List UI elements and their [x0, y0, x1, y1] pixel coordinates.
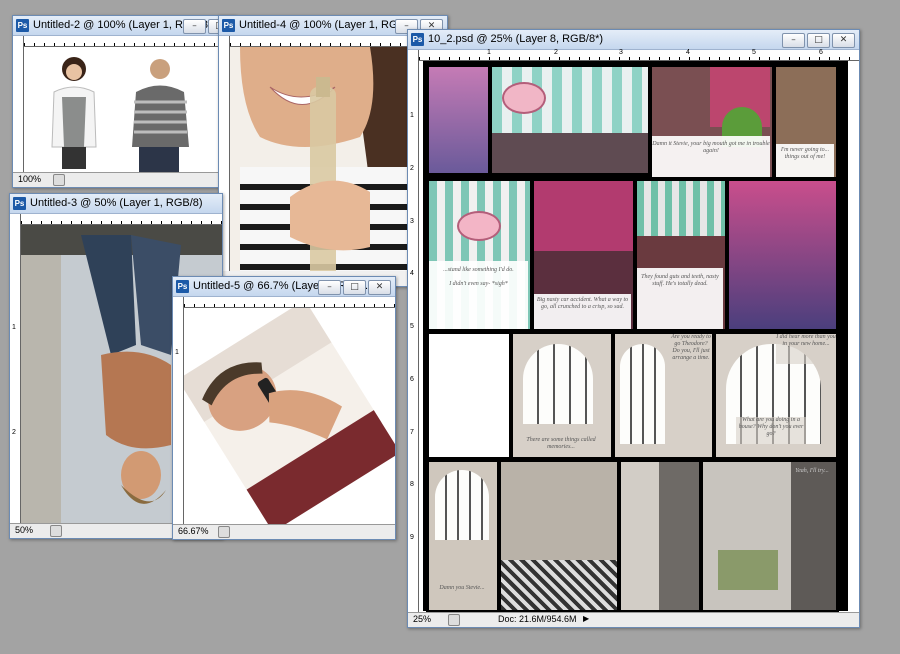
left-ruler: 1 2 3 4 5 6 7 8 9 — [408, 50, 419, 612]
comic-panel: There are some things called memories... — [510, 331, 614, 460]
title-bar[interactable]: Ps Untitled-3 @ 50% (Layer 1, RGB/8) — [10, 194, 222, 214]
ruler-mark: 6 — [410, 376, 414, 383]
speech-caption: ...stand like something I'd do. I didn't … — [429, 261, 528, 329]
speech-caption: Big nasty car accident. What a way to go… — [534, 294, 631, 329]
ruler-mark: 9 — [410, 534, 414, 541]
minimize-button[interactable]: – — [318, 280, 341, 295]
maximize-button[interactable]: □ — [343, 280, 366, 295]
zoom-level[interactable]: 100% — [18, 174, 41, 184]
man-on-phone-photo — [184, 308, 395, 524]
zoom-level[interactable]: 25% — [413, 614, 431, 624]
comic-panel: Big nasty car accident. What a way to go… — [531, 178, 636, 332]
ruler-mark: 2 — [12, 429, 16, 436]
speech-caption: I'm never going to... things out of me! — [776, 144, 834, 177]
caption-text: Are you ready to go Theodore? — [671, 334, 711, 347]
maximize-button[interactable]: □ — [807, 33, 830, 48]
window-title: Untitled-4 @ 100% (Layer 1, RGB/8) — [239, 19, 418, 31]
caption-text: ...stand like something I'd do. — [443, 267, 514, 273]
ruler-mark: 8 — [410, 481, 414, 488]
window-untitled-2[interactable]: Ps Untitled-2 @ 100% (Layer 1, RGB/8) –□… — [12, 15, 236, 188]
window-title: 10_2.psd @ 25% (Layer 8, RGB/8*) — [428, 33, 604, 45]
comic-panel — [726, 178, 839, 332]
photoshop-icon: Ps — [222, 19, 235, 32]
photoshop-icon: Ps — [16, 19, 29, 32]
navigator-icon[interactable] — [448, 614, 460, 626]
two-people-photo — [24, 47, 235, 172]
comic-panel: Damn you Stevie... — [426, 459, 500, 612]
status-menu-arrow-icon[interactable]: ▶ — [583, 614, 589, 623]
comic-panel: Are you ready to go Theodore? Do you, I'l… — [612, 331, 715, 460]
ruler-mark: 5 — [752, 49, 756, 56]
top-ruler — [21, 214, 222, 225]
speech-caption: Damn it Stevie, your big mouth got me in… — [652, 136, 770, 177]
comic-panel — [426, 331, 512, 460]
ruler-mark: 1 — [12, 324, 16, 331]
top-ruler — [184, 297, 395, 308]
ruler-mark: 3 — [410, 218, 414, 225]
comic-panel — [426, 64, 491, 176]
ruler-mark: 1 — [410, 112, 414, 119]
photoshop-icon: Ps — [176, 280, 189, 293]
navigator-icon[interactable] — [218, 526, 230, 538]
left-ruler: 1 2 — [10, 214, 21, 523]
speech-caption: Yeah, I'll try... — [795, 468, 829, 474]
ruler-mark: 2 — [410, 165, 414, 172]
status-bar: 66.67% — [173, 524, 395, 539]
caption-text: I didn't even say- *sigh* — [449, 281, 508, 287]
caption-text: Do you, I'll just arrange a time. — [672, 348, 710, 361]
window-10-2-psd[interactable]: Ps 10_2.psd @ 25% (Layer 8, RGB/8*) – □ ✕ … — [407, 29, 860, 628]
ruler-mark: 6 — [819, 49, 823, 56]
ruler-mark: 4 — [410, 270, 414, 277]
window-untitled-5[interactable]: Ps Untitled-5 @ 66.7% (Layer 1, RGB... –… — [172, 276, 396, 540]
photoshop-icon: Ps — [411, 33, 424, 46]
canvas[interactable] — [24, 47, 235, 172]
minimize-button[interactable]: – — [782, 33, 805, 48]
speech-caption: Are you ready to go Theodore? Do you, I'l… — [670, 334, 712, 394]
comic-panel — [498, 459, 620, 612]
window-title: Untitled-3 @ 50% (Layer 1, RGB/8) — [30, 197, 203, 209]
comic-panel — [618, 459, 702, 612]
canvas[interactable] — [184, 308, 395, 524]
speech-caption: There are some things called memories... — [513, 437, 609, 457]
navigator-icon[interactable] — [50, 525, 62, 537]
title-bar[interactable]: Ps 10_2.psd @ 25% (Layer 8, RGB/8*) – □ ✕ — [408, 30, 859, 50]
left-ruler: 1 — [173, 297, 184, 524]
left-ruler — [13, 36, 24, 172]
top-ruler: 1 2 3 4 5 6 — [419, 49, 859, 61]
comic-panel: Damn it Stevie, your big mouth got me in… — [649, 64, 775, 180]
close-button[interactable]: ✕ — [832, 33, 855, 48]
comic-panel: ...stand like something I'd do. I didn't … — [426, 178, 533, 332]
ruler-mark: 4 — [686, 49, 690, 56]
photoshop-icon: Ps — [13, 197, 26, 210]
zoom-level[interactable]: 50% — [15, 525, 33, 535]
navigator-icon[interactable] — [53, 174, 65, 186]
speech-caption: I did hear more than you in your new hom… — [776, 334, 836, 364]
comic-panel: Yeah, I'll try... — [700, 459, 839, 612]
top-ruler — [24, 36, 235, 47]
comic-panel: I'm never going to... things out of me! — [773, 64, 839, 180]
zoom-level[interactable]: 66.67% — [178, 526, 209, 536]
comic-page-canvas[interactable]: Damn it Stevie, your big mouth got me in… — [419, 61, 859, 612]
ruler-mark: 1 — [175, 349, 179, 356]
minimize-button[interactable]: – — [183, 19, 206, 34]
title-bar[interactable]: Ps Untitled-2 @ 100% (Layer 1, RGB/8) –□ — [13, 16, 235, 36]
document-size: Doc: 21.6M/954.6M — [498, 614, 577, 624]
ruler-mark: 1 — [487, 49, 491, 56]
status-bar: 100% — [13, 172, 235, 187]
speech-caption: They found guts and teeth, nasty stuff. … — [637, 268, 723, 329]
ruler-mark: 5 — [410, 323, 414, 330]
speech-caption: Damn you Stevie... — [429, 585, 495, 610]
title-bar[interactable]: Ps Untitled-5 @ 66.7% (Layer 1, RGB... –… — [173, 277, 395, 297]
comic-panel: They found guts and teeth, nasty stuff. … — [634, 178, 728, 332]
ruler-mark: 3 — [619, 49, 623, 56]
comic-page: Damn it Stevie, your big mouth got me in… — [423, 61, 848, 612]
status-bar: 25% Doc: 21.6M/954.6M ▶ — [408, 612, 859, 627]
ruler-mark: 7 — [410, 429, 414, 436]
close-button[interactable]: ✕ — [368, 280, 391, 295]
comic-panel: I did hear more than you in your new hom… — [713, 331, 839, 460]
ruler-mark: 2 — [554, 49, 558, 56]
comic-panel — [489, 64, 651, 176]
speech-caption: What are you doing in a house? Why don't… — [736, 417, 806, 447]
